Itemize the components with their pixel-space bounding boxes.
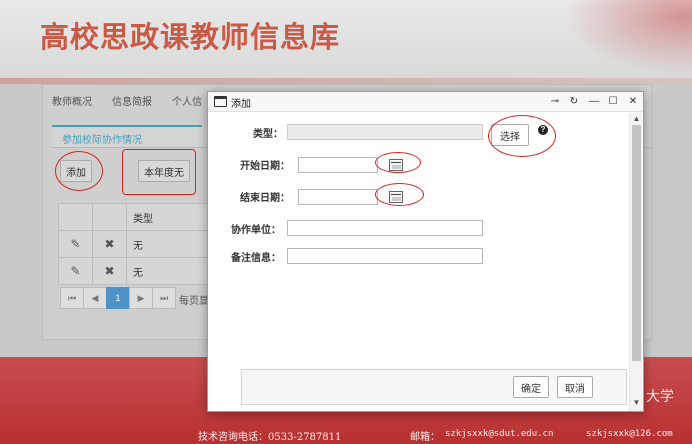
top-nav: 教师概况 信息简报 个人信 xyxy=(52,84,222,116)
nav-item-personal[interactable]: 个人信 xyxy=(172,93,202,108)
scroll-thumb[interactable] xyxy=(632,125,641,361)
annotation-ring-start-cal xyxy=(375,152,421,173)
page-1-button[interactable]: 1 xyxy=(106,287,130,309)
dialog-titlebar[interactable]: 添加 ⊸ ↻ — ☐ ✕ xyxy=(208,92,643,112)
close-icon[interactable]: ✕ xyxy=(627,96,639,108)
footer-mail-label: 邮箱： xyxy=(410,432,440,443)
cancel-button[interactable]: 取消 xyxy=(557,376,593,398)
last-page-button[interactable]: ⏭ xyxy=(152,287,176,309)
footer-email-2: szkjsxxk@126.com xyxy=(586,429,673,439)
table-header-edit xyxy=(58,203,93,231)
org-input[interactable] xyxy=(287,220,483,236)
flag-decoration xyxy=(542,0,692,84)
org-label: 协作单位： xyxy=(231,225,281,236)
annotation-box-year xyxy=(122,149,196,195)
edit-cell: ✎ xyxy=(58,257,93,285)
annotation-ring-end-cal xyxy=(375,183,424,206)
delete-x-icon[interactable]: ✖ xyxy=(104,264,114,278)
first-page-button[interactable]: ⏮ xyxy=(60,287,84,309)
table-header-row: 类型 xyxy=(58,203,210,231)
table-header-type: 类型 xyxy=(126,203,210,231)
minimize-icon[interactable]: — xyxy=(588,96,600,108)
window-icon xyxy=(214,96,227,107)
end-date-label: 结束日期： xyxy=(240,193,290,204)
note-input[interactable] xyxy=(287,248,483,264)
edit-cell: ✎ xyxy=(58,230,93,258)
delete-x-icon[interactable]: ✖ xyxy=(104,237,114,251)
type-field xyxy=(287,124,483,140)
footer-contact: 技术咨询电话：0533-2787811 xyxy=(198,432,342,443)
prev-page-button[interactable]: ◀ xyxy=(83,287,107,309)
note-label: 备注信息： xyxy=(231,253,281,264)
maximize-icon[interactable]: ☐ xyxy=(607,96,619,108)
start-date-label: 开始日期： xyxy=(240,161,290,172)
start-date-input[interactable] xyxy=(298,157,378,173)
add-dialog: 添加 ⊸ ↻ — ☐ ✕ 类型： 开始日期： 结束日期： 协作单位： 备注信息：… xyxy=(207,91,644,412)
delete-cell: ✖ xyxy=(92,230,127,258)
delete-cell: ✖ xyxy=(92,257,127,285)
footer-email-1: szkjsxxk@sdut.edu.cn xyxy=(445,429,554,439)
per-page-label: 每页显 xyxy=(179,296,209,307)
nav-item-teacher-overview[interactable]: 教师概况 xyxy=(52,93,92,108)
scroll-down-icon[interactable]: ▼ xyxy=(630,398,643,407)
pagination: ⏮ ◀ 1 ▶ ⏭ xyxy=(60,287,176,309)
scroll-up-icon[interactable]: ▲ xyxy=(630,114,643,123)
type-cell: 无 xyxy=(126,257,210,285)
type-label: 类型： xyxy=(253,129,283,140)
confirm-button[interactable]: 确定 xyxy=(513,376,549,398)
end-date-input[interactable] xyxy=(298,189,378,205)
footer-university: 大学 xyxy=(646,388,674,404)
annotation-ring-choose xyxy=(488,115,556,157)
records-table: 类型 ✎ ✖ 无 ✎ ✖ 无 xyxy=(58,203,210,285)
next-page-button[interactable]: ▶ xyxy=(129,287,153,309)
table-header-delete xyxy=(92,203,127,231)
annotation-ring-add xyxy=(55,151,103,191)
refresh-icon[interactable]: ↻ xyxy=(568,96,580,108)
pencil-icon[interactable]: ✎ xyxy=(70,264,80,278)
pin-icon[interactable]: ⊸ xyxy=(549,96,561,108)
nav-item-info-bulletin[interactable]: 信息简报 xyxy=(112,93,152,108)
type-cell: 无 xyxy=(126,230,210,258)
dialog-title: 添加 xyxy=(231,99,251,110)
table-row: ✎ ✖ 无 xyxy=(58,230,210,258)
table-row: ✎ ✖ 无 xyxy=(58,257,210,285)
tab-intercollege-collab[interactable]: 参加校际协作情况 xyxy=(62,131,142,146)
app-title: 高校思政课教师信息库 xyxy=(40,20,341,54)
dialog-scrollbar[interactable]: ▲ ▼ xyxy=(629,113,642,411)
pencil-icon[interactable]: ✎ xyxy=(70,237,80,251)
